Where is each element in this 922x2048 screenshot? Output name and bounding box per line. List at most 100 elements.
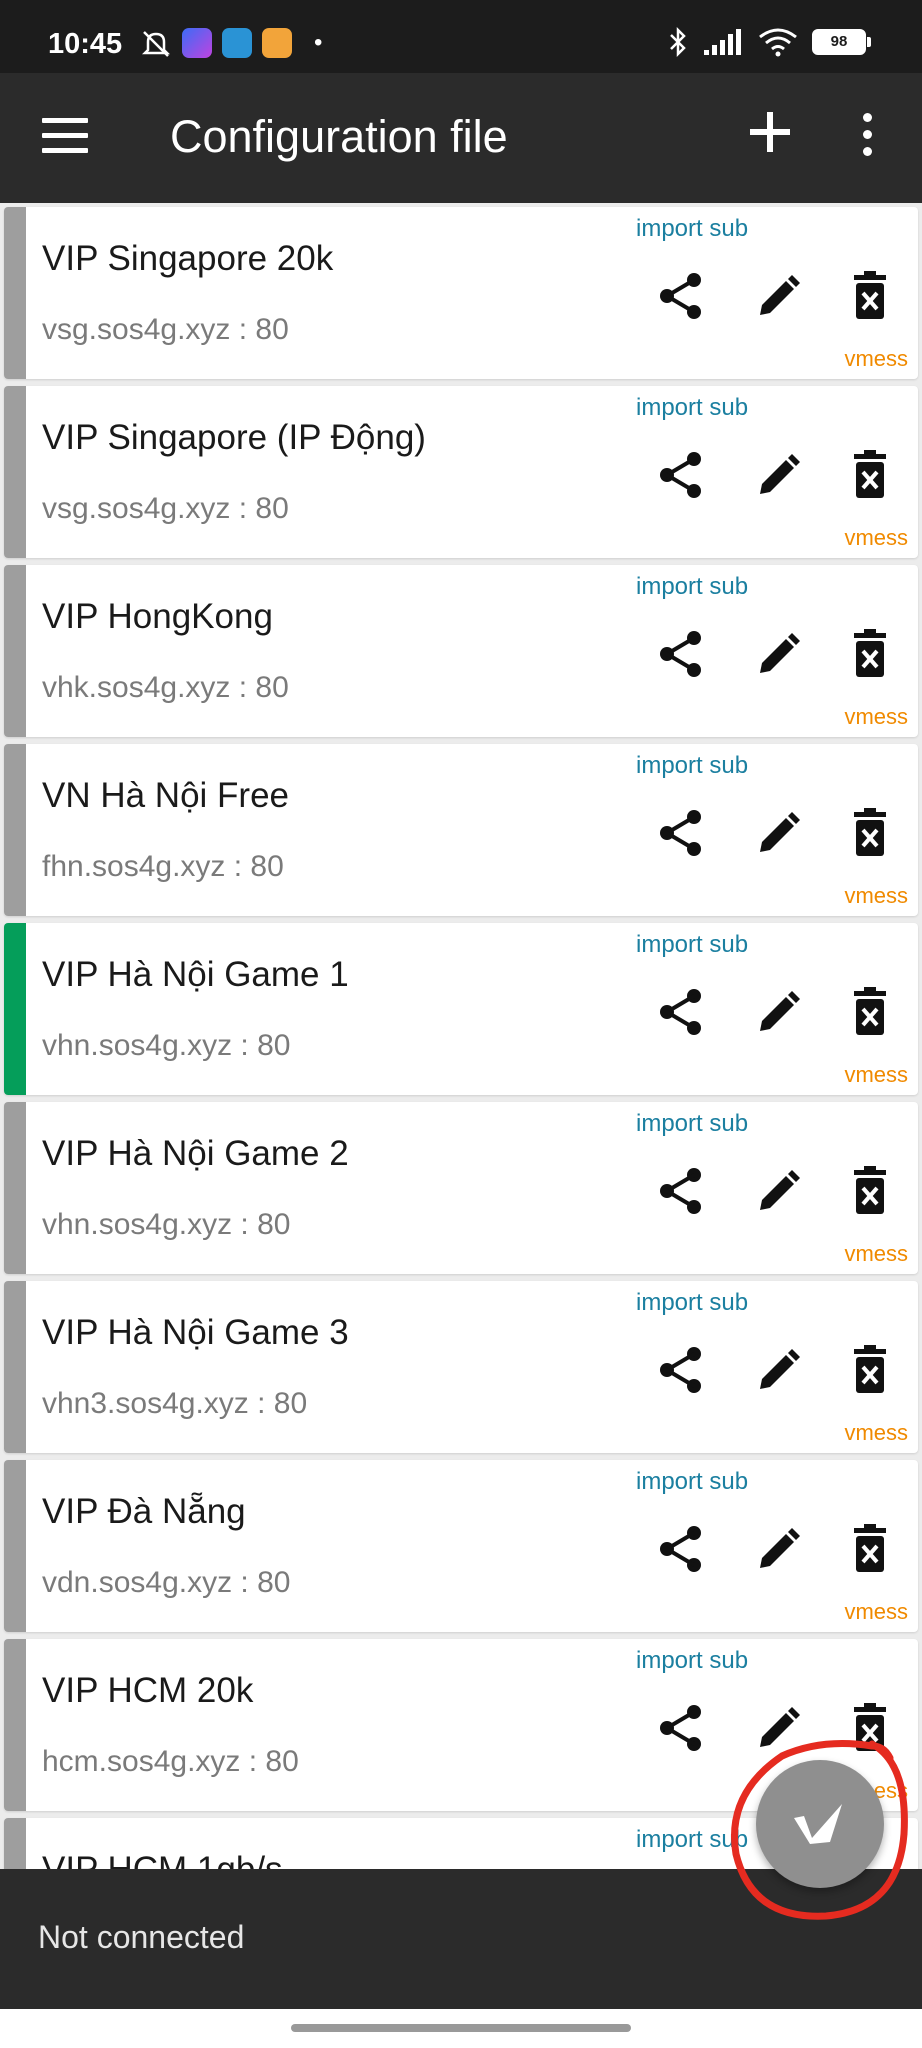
import-sub-link[interactable]: import sub — [636, 394, 748, 422]
server-address: fhn.sos4g.xyz : 80 — [42, 850, 284, 883]
import-sub-link[interactable]: import sub — [636, 1289, 748, 1317]
server-address: vhn.sos4g.xyz : 80 — [42, 1029, 291, 1062]
selection-indicator — [4, 1818, 26, 1869]
server-name: VIP Singapore 20k — [42, 239, 334, 278]
more-notifications-icon: • — [314, 29, 323, 56]
server-item[interactable]: VIP Hà Nội Game 1 vhn.sos4g.xyz : 80 impor… — [4, 923, 918, 1095]
import-sub-link[interactable]: import sub — [636, 1468, 748, 1496]
edit-icon[interactable] — [754, 450, 800, 500]
import-sub-link[interactable]: import sub — [636, 215, 748, 243]
edit-icon[interactable] — [754, 629, 800, 679]
share-icon[interactable] — [658, 271, 704, 321]
protocol-type: vmess — [844, 1599, 908, 1624]
server-name: VN Hà Nội Free — [42, 776, 290, 815]
delete-icon[interactable] — [850, 987, 896, 1037]
server-list[interactable]: VIP Singapore 20k vsg.sos4g.xyz : 80 impor… — [0, 203, 922, 1869]
server-item[interactable]: VIP Hà Nội Game 3 vhn3.sos4g.xyz : 80 impo… — [4, 1281, 918, 1453]
connect-button[interactable] — [756, 1760, 884, 1888]
server-address: vhn3.sos4g.xyz : 80 — [42, 1387, 308, 1420]
server-name: VIP Hà Nội Game 2 — [42, 1134, 349, 1173]
import-sub-link[interactable]: import sub — [636, 1110, 748, 1138]
import-sub-link[interactable]: import sub — [636, 573, 748, 601]
edit-icon[interactable] — [754, 271, 800, 321]
delete-icon[interactable] — [850, 808, 896, 858]
selection-indicator — [4, 1281, 26, 1453]
server-item[interactable]: VIP Singapore 20k vsg.sos4g.xyz : 80 impor… — [4, 207, 918, 379]
edit-icon[interactable] — [754, 1524, 800, 1574]
add-icon[interactable] — [748, 110, 792, 154]
page-title: Configuration file — [170, 111, 508, 162]
server-item[interactable]: VN Hà Nội Free fhn.sos4g.xyz : 80 import s… — [4, 744, 918, 916]
share-icon[interactable] — [658, 450, 704, 500]
bluetooth-icon — [670, 26, 686, 58]
share-icon[interactable] — [658, 1166, 704, 1216]
delete-icon[interactable] — [850, 1703, 896, 1753]
v-logo-icon — [794, 1804, 842, 1844]
import-sub-link[interactable]: import sub — [636, 1826, 748, 1854]
server-item[interactable]: VIP HongKong vhk.sos4g.xyz : 80 import sub… — [4, 565, 918, 737]
delete-icon[interactable] — [850, 629, 896, 679]
protocol-type: vmess — [844, 1241, 908, 1266]
mute-icon — [141, 31, 171, 57]
battery-icon: 98 — [812, 29, 871, 55]
edit-icon[interactable] — [754, 987, 800, 1037]
connection-status: Not connected — [38, 1919, 245, 1955]
server-address: vdn.sos4g.xyz : 80 — [42, 1566, 291, 1599]
selection-indicator — [4, 1102, 26, 1274]
selection-indicator — [4, 1460, 26, 1632]
delete-icon[interactable] — [850, 1345, 896, 1395]
import-sub-link[interactable]: import sub — [636, 931, 748, 959]
connection-status-bar[interactable]: Not connected — [0, 1869, 922, 2009]
more-vert-icon[interactable] — [860, 113, 874, 159]
server-item[interactable]: VIP Hà Nội Game 2 vhn.sos4g.xyz : 80 impor… — [4, 1102, 918, 1274]
server-name: VIP HCM 20k — [42, 1671, 254, 1710]
protocol-type: vmess — [844, 525, 908, 550]
delete-icon[interactable] — [850, 271, 896, 321]
edit-icon[interactable] — [754, 1345, 800, 1395]
server-item[interactable]: VIP Singapore (IP Động) vsg.sos4g.xyz : 8… — [4, 386, 918, 558]
share-icon[interactable] — [658, 1345, 704, 1395]
delete-icon[interactable] — [850, 450, 896, 500]
protocol-type: vmess — [844, 1062, 908, 1087]
protocol-type: vmess — [844, 883, 908, 908]
protocol-type: vmess — [844, 704, 908, 729]
share-icon[interactable] — [658, 808, 704, 858]
delete-icon[interactable] — [850, 1166, 896, 1216]
server-name: VIP Singapore (IP Động) — [42, 418, 426, 457]
edit-icon[interactable] — [754, 808, 800, 858]
server-address: vhn.sos4g.xyz : 80 — [42, 1208, 291, 1241]
selection-indicator — [4, 744, 26, 916]
selection-indicator — [4, 386, 26, 558]
server-address: hcm.sos4g.xyz : 80 — [42, 1745, 299, 1778]
system-icons: 98 — [668, 26, 871, 58]
protocol-type: vmess — [844, 1420, 908, 1445]
edit-icon[interactable] — [754, 1166, 800, 1216]
share-icon[interactable] — [658, 1524, 704, 1574]
notification-icons: • — [140, 28, 322, 58]
notes-icon — [262, 28, 292, 58]
delete-icon[interactable] — [850, 1524, 896, 1574]
signal-icon — [704, 29, 741, 55]
import-sub-link[interactable]: import sub — [636, 1647, 748, 1675]
system-nav-bar — [0, 2009, 922, 2048]
server-name: VIP Đà Nẵng — [42, 1492, 246, 1531]
server-name: VIP HCM 1gb/s — [42, 1850, 283, 1869]
share-icon[interactable] — [658, 629, 704, 679]
edit-icon[interactable] — [754, 1703, 800, 1753]
home-indicator[interactable] — [291, 2024, 631, 2032]
app-toolbar: Configuration file — [0, 73, 922, 203]
selection-indicator — [4, 565, 26, 737]
menu-icon[interactable] — [42, 118, 88, 158]
server-address: vhk.sos4g.xyz : 80 — [42, 671, 289, 704]
share-icon[interactable] — [658, 987, 704, 1037]
server-address: vsg.sos4g.xyz : 80 — [42, 492, 289, 525]
import-sub-link[interactable]: import sub — [636, 752, 748, 780]
share-icon[interactable] — [658, 1703, 704, 1753]
selection-indicator — [4, 207, 26, 379]
status-bar: 10:45 • 98 — [0, 0, 922, 73]
server-address: vsg.sos4g.xyz : 80 — [42, 313, 289, 346]
protocol-type: vmess — [844, 346, 908, 371]
selection-indicator — [4, 923, 26, 1095]
server-name: VIP Hà Nội Game 3 — [42, 1313, 349, 1352]
server-item[interactable]: VIP Đà Nẵng vdn.sos4g.xyz : 80 import sub v… — [4, 1460, 918, 1632]
